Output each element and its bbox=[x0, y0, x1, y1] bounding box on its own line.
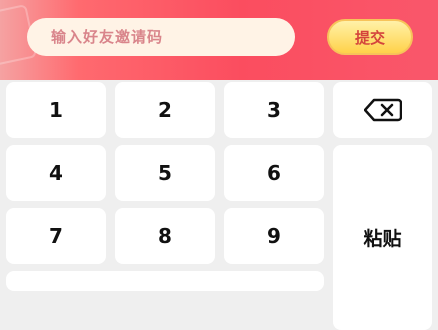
key-7[interactable]: 7 bbox=[6, 208, 106, 264]
key-row4-partial[interactable] bbox=[6, 271, 324, 291]
key-9[interactable]: 9 bbox=[224, 208, 324, 264]
invite-code-header: 提交 bbox=[0, 0, 438, 80]
backspace-button[interactable] bbox=[333, 82, 432, 138]
numeric-keypad: 1 2 3 4 5 6 粘贴 7 8 9 bbox=[0, 80, 438, 330]
key-8[interactable]: 8 bbox=[115, 208, 215, 264]
key-6[interactable]: 6 bbox=[224, 145, 324, 201]
key-3[interactable]: 3 bbox=[224, 82, 324, 138]
paste-button[interactable]: 粘贴 bbox=[333, 145, 432, 330]
invite-code-input[interactable] bbox=[49, 27, 295, 47]
key-4[interactable]: 4 bbox=[6, 145, 106, 201]
submit-button[interactable]: 提交 bbox=[327, 19, 413, 55]
key-5[interactable]: 5 bbox=[115, 145, 215, 201]
backspace-icon bbox=[363, 98, 402, 122]
key-2[interactable]: 2 bbox=[115, 82, 215, 138]
invite-code-input-container[interactable] bbox=[27, 18, 295, 56]
key-1[interactable]: 1 bbox=[6, 82, 106, 138]
